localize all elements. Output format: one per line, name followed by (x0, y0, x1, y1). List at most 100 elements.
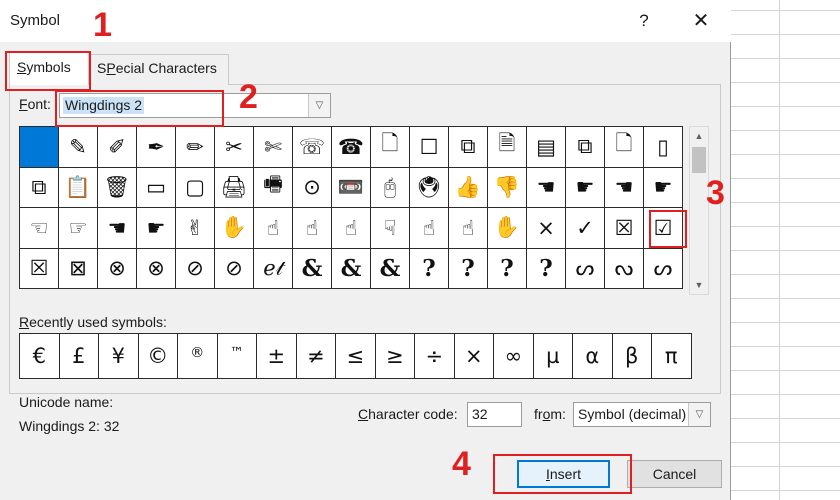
symbol-cell[interactable]: ? (410, 248, 449, 289)
symbol-cell[interactable]: 🖨 (215, 167, 254, 208)
symbol-cell[interactable]: 📋 (59, 167, 98, 208)
tab-special-characters[interactable]: SPecial Characters (89, 54, 229, 85)
symbol-cell[interactable]: ✓ (566, 208, 605, 249)
scroll-down-icon[interactable]: ▼ (690, 276, 708, 294)
symbol-grid-scrollbar[interactable]: ▲ ▼ (689, 126, 709, 295)
symbol-cell[interactable]: × (527, 208, 566, 249)
symbol-cell[interactable]: ⊗ (137, 248, 176, 289)
from-dropdown[interactable]: Symbol (decimal) ▽ (573, 402, 711, 427)
symbol-cell[interactable]: ? (449, 248, 488, 289)
symbol-cell[interactable]: ✒ (137, 127, 176, 168)
recent-symbol-cell[interactable]: µ (533, 334, 573, 379)
symbol-cell[interactable]: & (293, 248, 332, 289)
scroll-up-icon[interactable]: ▲ (690, 127, 708, 145)
recent-symbol-cell[interactable]: ® (178, 334, 218, 379)
symbol-cell[interactable]: ⧉ (566, 127, 605, 168)
insert-button[interactable]: Insert (517, 460, 610, 488)
symbol-cell[interactable]: ☜ (20, 208, 59, 249)
symbol-cell[interactable]: & (332, 248, 371, 289)
symbol-cell[interactable]: ✏ (176, 127, 215, 168)
symbol-cell[interactable]: & (371, 248, 410, 289)
symbol-cell[interactable]: ☒ (605, 208, 644, 249)
symbol-cell[interactable]: 🗎 (488, 127, 527, 168)
close-button[interactable]: ✕ (688, 8, 714, 34)
symbol-cell[interactable]: ▯ (644, 127, 683, 168)
symbol-cell[interactable]: ✋ (215, 208, 254, 249)
symbol-cell[interactable]: ☝ (449, 208, 488, 249)
symbol-cell[interactable]: 👎 (488, 167, 527, 208)
symbol-cell[interactable]: ☛ (566, 167, 605, 208)
symbol-cell[interactable]: 📼 (332, 167, 371, 208)
symbol-cell[interactable]: ⧉ (449, 127, 488, 168)
font-value[interactable]: Wingdings 2 (63, 97, 145, 114)
recent-symbol-cell[interactable]: ≠ (296, 334, 336, 379)
from-value[interactable]: Symbol (decimal) (578, 406, 686, 422)
symbol-cell[interactable]: ☝ (332, 208, 371, 249)
symbol-cell[interactable]: ᔕ (566, 248, 605, 289)
symbol-cell[interactable]: 👍 (449, 167, 488, 208)
symbol-cell[interactable]: ☟ (371, 208, 410, 249)
symbol-cell[interactable]: 🗋 (605, 127, 644, 168)
symbol-cell[interactable]: ⧉ (20, 167, 59, 208)
symbol-cell[interactable]: ⊠ (59, 248, 98, 289)
symbol-cell[interactable]: ▭ (137, 167, 176, 208)
recent-symbol-cell[interactable]: ≤ (336, 334, 376, 379)
help-button[interactable]: ? (634, 8, 654, 34)
symbol-cell[interactable]: 🖷 (254, 167, 293, 208)
symbol-cell[interactable]: ▤ (527, 127, 566, 168)
chevron-down-icon[interactable]: ▽ (308, 94, 330, 117)
recent-symbol-cell[interactable]: £ (59, 334, 99, 379)
symbol-cell[interactable]: ▢ (176, 167, 215, 208)
symbol-cell-selected[interactable] (20, 127, 59, 168)
symbol-cell[interactable]: ☝ (293, 208, 332, 249)
symbol-cell[interactable]: ☝ (410, 208, 449, 249)
cancel-button[interactable]: Cancel (627, 460, 722, 488)
recent-symbol-cell[interactable]: ÷ (415, 334, 455, 379)
recent-symbol-cell[interactable]: β (612, 334, 652, 379)
symbol-cell[interactable]: ☛ (137, 208, 176, 249)
symbol-cell[interactable]: ✎ (59, 127, 98, 168)
symbol-cell[interactable]: ✂ (215, 127, 254, 168)
recent-symbol-cell[interactable]: ∞ (494, 334, 534, 379)
symbol-cell[interactable]: ✌ (176, 208, 215, 249)
character-code-input[interactable]: 32 (467, 402, 522, 427)
recent-symbol-cell[interactable]: € (20, 334, 60, 379)
symbol-cell[interactable]: ☐ (410, 127, 449, 168)
symbol-cell[interactable]: ✐ (98, 127, 137, 168)
symbol-cell[interactable]: ☚ (605, 167, 644, 208)
symbol-cell[interactable]: ? (488, 248, 527, 289)
symbol-cell[interactable]: ☒ (20, 248, 59, 289)
symbol-cell[interactable]: ☚ (527, 167, 566, 208)
symbol-cell[interactable]: ☎ (332, 127, 371, 168)
symbol-cell[interactable]: ✄ (254, 127, 293, 168)
symbol-cell[interactable]: ? (527, 248, 566, 289)
symbol-cell[interactable]: 🗋 (371, 127, 410, 168)
symbol-cell[interactable]: ☞ (59, 208, 98, 249)
tab-symbols[interactable]: Symbols (9, 51, 89, 85)
symbol-cell[interactable]: ☛ (644, 167, 683, 208)
recent-symbol-cell[interactable]: ± (257, 334, 297, 379)
symbol-cell[interactable]: ☏ (293, 127, 332, 168)
recent-symbol-cell[interactable]: ≥ (375, 334, 415, 379)
font-dropdown[interactable]: Wingdings 2 ▽ (59, 93, 331, 118)
symbol-cell[interactable]: ✋ (488, 208, 527, 249)
symbol-cell[interactable]: ☚ (98, 208, 137, 249)
symbol-cell[interactable]: 🖲 (410, 167, 449, 208)
symbol-cell[interactable]: ⊙ (293, 167, 332, 208)
symbol-cell[interactable]: ᔕ (644, 248, 683, 289)
recent-symbol-cell[interactable]: α (573, 334, 613, 379)
symbol-cell[interactable]: ☝ (254, 208, 293, 249)
recent-symbol-cell[interactable]: © (138, 334, 178, 379)
symbol-cell[interactable]: ᔓ (605, 248, 644, 289)
recent-symbol-cell[interactable]: ¥ (99, 334, 139, 379)
recent-symbol-cell[interactable]: ™ (217, 334, 257, 379)
recent-symbol-cell[interactable]: × (454, 334, 494, 379)
symbol-cell[interactable]: ℯ𝓉 (254, 248, 293, 289)
symbol-cell[interactable]: ⊘ (176, 248, 215, 289)
chevron-down-icon[interactable]: ▽ (688, 403, 710, 426)
symbol-cell[interactable]: ☑ (644, 208, 683, 249)
symbol-cell[interactable]: 🗑 (98, 167, 137, 208)
symbol-cell[interactable]: 🖰 (371, 167, 410, 208)
recent-symbol-cell[interactable]: π (652, 334, 692, 379)
scroll-thumb[interactable] (692, 147, 706, 173)
